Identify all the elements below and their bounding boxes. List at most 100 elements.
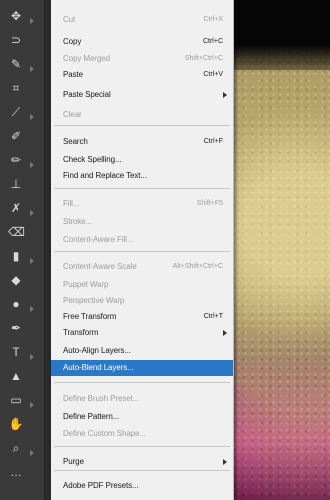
crop-tool-icon-glyph: ⌗ [12, 81, 20, 95]
clone-stamp-tool-icon[interactable]: ⊥ [8, 176, 24, 192]
menu-item-paste-special[interactable]: Paste Special [51, 87, 233, 103]
brush-tool-icon[interactable]: ✏ [8, 152, 24, 168]
hand-tool-icon-glyph: ✋ [8, 417, 24, 431]
menu-item-auto-align-layers[interactable]: Auto-Align Layers... [51, 343, 233, 359]
pen-tool-icon[interactable]: ✒ [8, 320, 24, 336]
type-tool-icon[interactable]: T [8, 344, 24, 360]
eyedropper-tool-icon-glyph: ⟋ [11, 105, 21, 119]
type-tool-icon-glyph: T [12, 345, 20, 359]
eraser-tool-icon-glyph: ⌫ [8, 225, 25, 239]
menu-item-stroke[interactable]: Stroke... [51, 214, 233, 230]
path-select-tool-icon-glyph: ▲ [10, 369, 22, 383]
menu-item-find-and-replace-text[interactable]: Find and Replace Text... [51, 168, 233, 184]
menu-item-label: Purge [63, 457, 84, 466]
menu-item-define-pattern[interactable]: Define Pattern... [51, 409, 233, 425]
menu-item-copy[interactable]: Copy Ctrl+C [51, 34, 233, 50]
shape-tool-icon[interactable]: ▭ [8, 392, 24, 408]
menu-item-check-spelling[interactable]: Check Spelling... [51, 152, 233, 168]
menu-item-label: Define Custom Shape... [63, 429, 146, 438]
menu-item-copy-merged[interactable]: Copy Merged Shift+Ctrl+C [51, 51, 233, 67]
menu-item-define-custom-shape[interactable]: Define Custom Shape... [51, 426, 233, 442]
menu-separator [54, 470, 230, 471]
lasso-tool-icon-glyph: ⊃ [10, 33, 22, 47]
menu-item-label: Define Brush Preset... [63, 394, 140, 403]
menu-item-label: Puppet Warp [63, 280, 109, 289]
menu-item-label: Fill... [63, 199, 80, 208]
menu-item-label: Define Pattern... [63, 412, 120, 421]
hand-tool-icon[interactable]: ✋ [8, 416, 24, 432]
menu-item-label: Content-Aware Scale [63, 262, 137, 271]
dodge-tool-icon[interactable]: ● [8, 296, 24, 312]
menu-item-define-brush-preset[interactable]: Define Brush Preset... [51, 391, 233, 407]
tool-flyout-arrow-icon [30, 306, 34, 312]
submenu-arrow-icon [223, 459, 227, 465]
move-tool-icon[interactable]: ✥ [8, 8, 24, 24]
tools-panel: ✥ ⊃ ✎ ⌗ ⟋ ✐ ✏ ⊥ ✗ ⌫ ▮ ◆ ● ✒ T ▲ ▭ ✋ ⌕ … [0, 0, 45, 500]
crop-tool-icon[interactable]: ⌗ [8, 80, 24, 96]
menu-item-perspective-warp[interactable]: Perspective Warp [51, 293, 233, 309]
healing-brush-tool-icon[interactable]: ✐ [8, 128, 24, 144]
history-brush-tool-icon[interactable]: ✗ [8, 200, 24, 216]
menu-item-shortcut: Shift+Ctrl+C [184, 55, 223, 62]
path-select-tool-icon[interactable]: ▲ [8, 368, 24, 384]
gradient-tool-icon[interactable]: ▮ [8, 248, 24, 264]
dodge-tool-icon-glyph: ● [12, 297, 20, 311]
tool-flyout-arrow-icon [30, 354, 34, 360]
tool-flyout-arrow-icon [30, 114, 34, 120]
menu-item-adobe-pdf-presets[interactable]: Adobe PDF Presets... [51, 478, 233, 494]
menu-item-auto-blend-layers[interactable]: Auto-Blend Layers... [51, 360, 233, 376]
menu-item-label: Adobe PDF Presets... [63, 481, 139, 490]
clone-stamp-tool-icon-glyph: ⊥ [10, 177, 22, 191]
menu-item-transform[interactable]: Transform [51, 325, 233, 341]
menu-item-label: Auto-Blend Layers... [63, 363, 134, 372]
zoom-tool-icon-glyph: ⌕ [12, 441, 20, 455]
tool-flyout-arrow-icon [30, 210, 34, 216]
menu-item-clear[interactable]: Clear [51, 107, 233, 123]
brush-tool-icon-glyph: ✏ [10, 153, 22, 167]
menu-item-label: Paste [63, 70, 83, 79]
eraser-tool-icon[interactable]: ⌫ [8, 224, 25, 240]
zoom-tool-icon[interactable]: ⌕ [8, 440, 24, 456]
lasso-tool-icon[interactable]: ⊃ [8, 32, 24, 48]
menu-item-paste[interactable]: Paste Ctrl+V [51, 67, 233, 83]
quick-select-tool-icon[interactable]: ✎ [8, 56, 24, 72]
menu-separator [54, 382, 230, 383]
tool-flyout-arrow-icon [30, 162, 34, 168]
menu-separator [54, 125, 230, 126]
menu-item-label: Check Spelling... [63, 155, 122, 164]
more-tools-icon-glyph: … [10, 465, 22, 479]
menu-item-shortcut: Ctrl+V [203, 71, 223, 78]
menu-item-label: Free Transform [63, 312, 117, 321]
menu-item-puppet-warp[interactable]: Puppet Warp [51, 277, 233, 293]
menu-item-label: Search [63, 137, 88, 146]
blur-tool-icon[interactable]: ◆ [8, 272, 24, 288]
move-tool-icon-glyph: ✥ [10, 9, 22, 23]
menu-separator [54, 446, 230, 447]
tool-flyout-arrow-icon [30, 258, 34, 264]
quick-select-tool-icon-glyph: ✎ [10, 57, 22, 71]
menu-item-free-transform[interactable]: Free Transform Ctrl+T [51, 309, 233, 325]
menu-item-shortcut: Ctrl+F [203, 138, 223, 145]
eyedropper-tool-icon[interactable]: ⟋ [8, 104, 24, 120]
menu-item-label: Find and Replace Text... [63, 171, 147, 180]
menu-item-shortcut: Ctrl+T [203, 313, 223, 320]
more-tools-icon[interactable]: … [8, 464, 24, 480]
menu-item-content-aware-fill[interactable]: Content-Aware Fill... [51, 232, 233, 248]
menu-item-purge[interactable]: Purge [51, 454, 233, 470]
menu-item-shortcut: Shift+F5 [196, 200, 223, 207]
menu-item-cut[interactable]: Cut Ctrl+X [51, 12, 233, 28]
tool-flyout-arrow-icon [30, 18, 34, 24]
menu-item-search[interactable]: Search Ctrl+F [51, 134, 233, 150]
menu-item-label: Copy [63, 37, 82, 46]
menu-separator [54, 188, 230, 189]
menu-item-shortcut: Ctrl+X [203, 16, 223, 23]
tool-flyout-arrow-icon [30, 66, 34, 72]
menu-item-label: Auto-Align Layers... [63, 346, 131, 355]
menu-item-label: Cut [63, 15, 76, 24]
menu-item-fill[interactable]: Fill... Shift+F5 [51, 196, 233, 212]
menu-item-content-aware-scale[interactable]: Content-Aware Scale Alt+Shift+Ctrl+C [51, 259, 233, 275]
menu-item-label: Copy Merged [63, 54, 110, 63]
blur-tool-icon-glyph: ◆ [11, 273, 21, 287]
edit-menu: Cut Ctrl+X Copy Ctrl+C Copy Merged Shift+Ctrl… [51, 0, 234, 500]
menu-item-label: Transform [63, 328, 99, 337]
